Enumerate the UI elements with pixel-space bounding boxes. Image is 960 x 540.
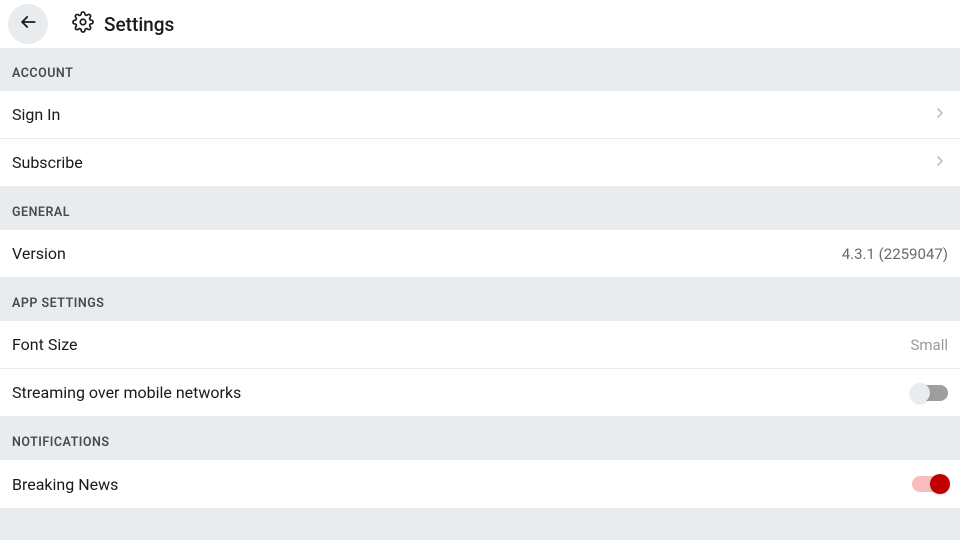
chevron-right-icon bbox=[932, 105, 948, 125]
section-header-app-settings: APP SETTINGS bbox=[0, 278, 960, 321]
font-size-value: Small bbox=[910, 336, 948, 354]
gear-icon bbox=[72, 11, 94, 37]
row-sign-in[interactable]: Sign In bbox=[0, 91, 960, 139]
section-header-account: ACCOUNT bbox=[0, 48, 960, 91]
breaking-news-toggle[interactable] bbox=[912, 476, 948, 492]
version-value: 4.3.1 (2259047) bbox=[842, 245, 948, 263]
row-label: Breaking News bbox=[12, 475, 118, 494]
section-header-notifications: NOTIFICATIONS bbox=[0, 417, 960, 460]
row-streaming: Streaming over mobile networks bbox=[0, 369, 960, 417]
row-label: Streaming over mobile networks bbox=[12, 383, 241, 402]
toggle-knob bbox=[930, 474, 950, 494]
chevron-right-icon bbox=[932, 153, 948, 173]
page-title: Settings bbox=[104, 13, 174, 36]
row-label: Subscribe bbox=[12, 153, 83, 172]
title-wrapper: Settings bbox=[72, 11, 174, 37]
back-button[interactable] bbox=[8, 4, 48, 44]
back-arrow-icon bbox=[18, 12, 38, 36]
row-label: Version bbox=[12, 244, 66, 263]
row-breaking-news: Breaking News bbox=[0, 460, 960, 508]
row-subscribe[interactable]: Subscribe bbox=[0, 139, 960, 187]
toggle-knob bbox=[910, 383, 930, 403]
section-header-general: GENERAL bbox=[0, 187, 960, 230]
row-version: Version 4.3.1 (2259047) bbox=[0, 230, 960, 278]
streaming-toggle[interactable] bbox=[912, 385, 948, 401]
header: Settings bbox=[0, 0, 960, 48]
row-label: Font Size bbox=[12, 335, 78, 354]
row-font-size[interactable]: Font Size Small bbox=[0, 321, 960, 369]
row-label: Sign In bbox=[12, 105, 60, 124]
